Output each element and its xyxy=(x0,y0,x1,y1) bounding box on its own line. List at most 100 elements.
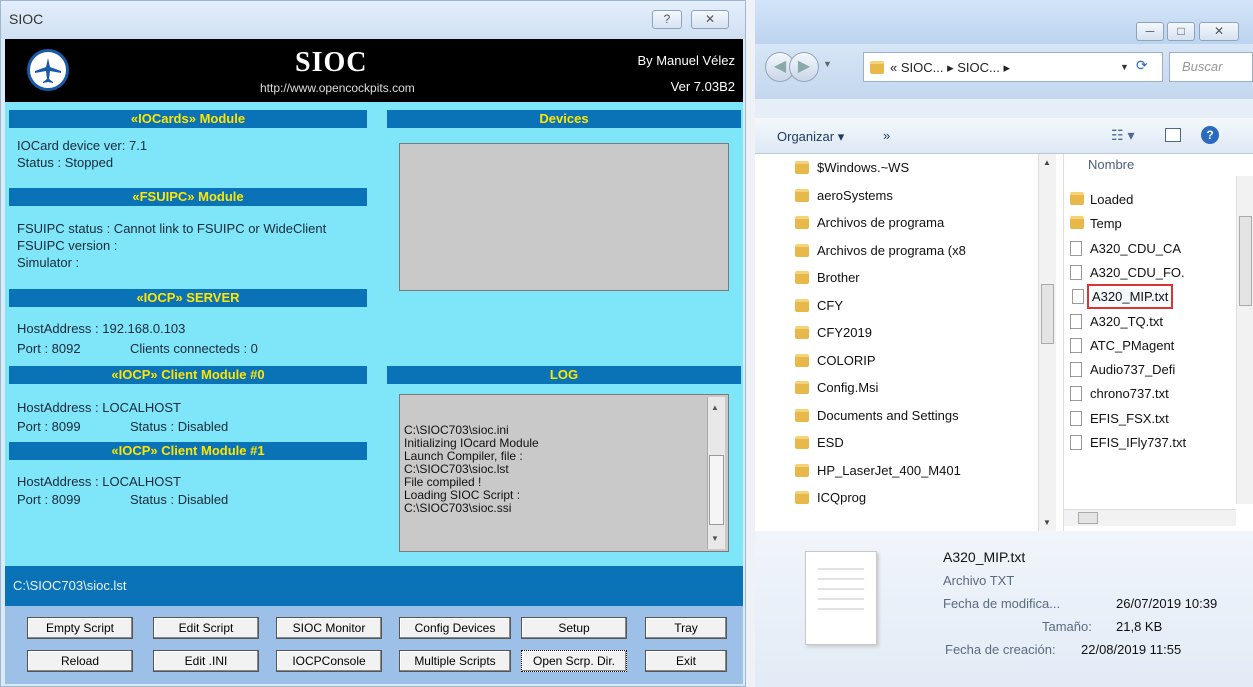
nav-item[interactable]: CFY2019 xyxy=(795,325,872,340)
file-item[interactable]: A320_CDU_CA xyxy=(1070,240,1181,256)
nav-scroll-up-icon[interactable]: ▲ xyxy=(1043,158,1051,167)
file-hscroll-thumb[interactable] xyxy=(1078,512,1098,524)
file-item[interactable]: Temp xyxy=(1070,216,1122,231)
nav-item[interactable]: Archivos de programa xyxy=(795,215,944,230)
multiple-scripts-button[interactable]: Multiple Scripts xyxy=(399,650,511,672)
nav-item-label: aeroSystems xyxy=(817,187,893,203)
maximize-button[interactable]: □ xyxy=(1167,22,1195,41)
iocp-server-header: «IOCP» SERVER xyxy=(9,289,367,307)
file-scrollbar[interactable] xyxy=(1236,176,1253,504)
sioc-monitor-button[interactable]: SIOC Monitor xyxy=(276,617,382,639)
forward-arrow-icon[interactable]: ▶ xyxy=(789,52,819,82)
devices-header: Devices xyxy=(387,110,741,128)
text-file-icon xyxy=(1070,362,1082,378)
navigation-pane: $Windows.~WS aeroSystems Archivos de progr… xyxy=(755,154,1063,531)
file-item[interactable]: chrono737.txt xyxy=(1070,386,1169,402)
text-file-icon xyxy=(1070,313,1082,329)
text-file-icon xyxy=(1070,386,1082,402)
scroll-up-icon[interactable]: ▲ xyxy=(711,401,719,414)
history-dropdown-icon[interactable]: ▼ xyxy=(823,59,832,69)
nav-item[interactable]: aeroSystems xyxy=(795,187,893,203)
folder-icon xyxy=(795,381,809,394)
text-file-icon xyxy=(1070,410,1082,426)
file-item[interactable]: Loaded xyxy=(1070,192,1133,207)
file-item-label: A320_MIP.txt xyxy=(1092,289,1169,305)
file-scroll-thumb[interactable] xyxy=(1239,216,1252,306)
created-label: Fecha de creación: xyxy=(945,642,1056,657)
nav-item-label: HP_LaserJet_400_M401 xyxy=(817,462,961,478)
exit-button[interactable]: Exit xyxy=(645,650,727,672)
nav-item[interactable]: Config.Msi xyxy=(795,380,878,395)
view-options-icon[interactable]: ☷ ▾ xyxy=(1111,127,1134,144)
nav-item[interactable]: COLORIP xyxy=(795,353,876,368)
log-panel[interactable]: C:\SIOC703\sioc.ini Initializing IOcard … xyxy=(399,394,729,552)
nav-scroll-thumb[interactable] xyxy=(1041,284,1054,344)
nav-item-label: Documents and Settings xyxy=(817,407,959,423)
file-item[interactable]: A320_MIP.txt xyxy=(1072,284,1174,310)
file-item[interactable]: ATC_PMagent xyxy=(1070,337,1174,353)
scroll-down-icon[interactable]: ▼ xyxy=(711,532,719,545)
setup-button[interactable]: Setup xyxy=(521,617,627,639)
nav-item[interactable]: Brother xyxy=(795,270,860,285)
address-dropdown-icon[interactable]: ▼ xyxy=(1120,62,1129,72)
minimize-button[interactable]: ─ xyxy=(1136,22,1164,41)
search-input[interactable]: Buscar xyxy=(1169,52,1253,82)
breadcrumb[interactable]: « SIOC... ▸ SIOC... ▸ xyxy=(890,60,1010,76)
preview-pane-icon[interactable] xyxy=(1165,128,1181,142)
command-bar: Organizar ▾ » ☷ ▾ ? xyxy=(755,118,1253,154)
banner-title: SIOC xyxy=(295,47,368,78)
file-item[interactable]: Audio737_Defi xyxy=(1070,362,1175,378)
fsuipc-status: FSUIPC status : Cannot link to FSUIPC or… xyxy=(17,221,327,236)
size-value: 21,8 KB xyxy=(1116,619,1163,634)
sioc-client-area: SIOC http://www.opencockpits.com By Manu… xyxy=(5,39,743,684)
help-button[interactable]: ? xyxy=(652,10,682,29)
edit-ini-button[interactable]: Edit .INI xyxy=(153,650,259,672)
reload-button[interactable]: Reload xyxy=(27,650,133,672)
client0-host: HostAddress : LOCALHOST xyxy=(17,400,181,415)
close-button[interactable]: ✕ xyxy=(691,10,729,29)
file-hscrollbar[interactable] xyxy=(1064,509,1236,526)
column-header-name[interactable]: Nombre xyxy=(1088,157,1134,172)
folder-icon xyxy=(795,188,809,202)
file-pane: Nombre Loaded Temp A320_CDU_CA A320_CDU_FO.… xyxy=(1063,154,1253,531)
file-item[interactable]: EFIS_IFly737.txt xyxy=(1070,435,1186,450)
file-item-label: A320_TQ.txt xyxy=(1090,313,1163,329)
nav-item[interactable]: $Windows.~WS xyxy=(795,160,909,175)
file-item[interactable]: A320_CDU_FO. xyxy=(1070,264,1185,280)
file-item[interactable]: A320_TQ.txt xyxy=(1070,313,1163,329)
details-pane: A320_MIP.txt Archivo TXT Fecha de modifi… xyxy=(755,531,1253,687)
nav-scroll-down-icon[interactable]: ▼ xyxy=(1043,518,1051,527)
nav-item[interactable]: ESD xyxy=(795,435,844,450)
folder-icon xyxy=(795,463,809,477)
server-port: Port : 8092 xyxy=(17,341,81,356)
nav-item[interactable]: Documents and Settings xyxy=(795,407,959,423)
nav-scrollbar[interactable]: ▲ ▼ xyxy=(1038,154,1056,531)
nav-item[interactable]: CFY xyxy=(795,298,843,313)
nav-item[interactable]: ICQprog xyxy=(795,490,866,505)
nav-item[interactable]: HP_LaserJet_400_M401 xyxy=(795,462,961,478)
tray-button[interactable]: Tray xyxy=(645,617,727,639)
folder-icon xyxy=(795,161,809,174)
more-commands[interactable]: » xyxy=(883,128,890,143)
config-devices-button[interactable]: Config Devices xyxy=(399,617,511,639)
nav-item[interactable]: Archivos de programa (x8 xyxy=(795,243,966,258)
address-bar[interactable]: « SIOC... ▸ SIOC... ▸ ▼ ⟳ xyxy=(863,52,1163,82)
log-scrollbar[interactable]: ▲ ▼ xyxy=(707,397,725,549)
iocard-status: Status : Stopped xyxy=(17,155,114,170)
refresh-icon[interactable]: ⟳ xyxy=(1136,57,1148,74)
folder-icon xyxy=(795,216,809,229)
iocp-console-button[interactable]: IOCPConsole xyxy=(276,650,382,672)
organize-menu[interactable]: Organizar ▾ xyxy=(777,129,844,145)
folder-icon xyxy=(795,326,809,339)
button-area: Empty Script Edit Script SIOC Monitor Co… xyxy=(5,606,743,684)
sioc-window: SIOC ? ✕ SIOC http://www.opencockpits.co… xyxy=(0,0,746,687)
scroll-thumb[interactable] xyxy=(709,455,724,525)
open-script-dir-button[interactable]: Open Scrp. Dir. xyxy=(521,650,627,672)
file-item[interactable]: EFIS_FSX.txt xyxy=(1070,410,1169,426)
empty-script-button[interactable]: Empty Script xyxy=(27,617,133,639)
explorer-close-button[interactable]: ✕ xyxy=(1199,22,1239,41)
log-text: C:\SIOC703\sioc.ini Initializing IOcard … xyxy=(404,423,539,515)
edit-script-button[interactable]: Edit Script xyxy=(153,617,259,639)
help-icon[interactable]: ? xyxy=(1201,126,1219,144)
nav-item-label: Brother xyxy=(817,270,860,285)
